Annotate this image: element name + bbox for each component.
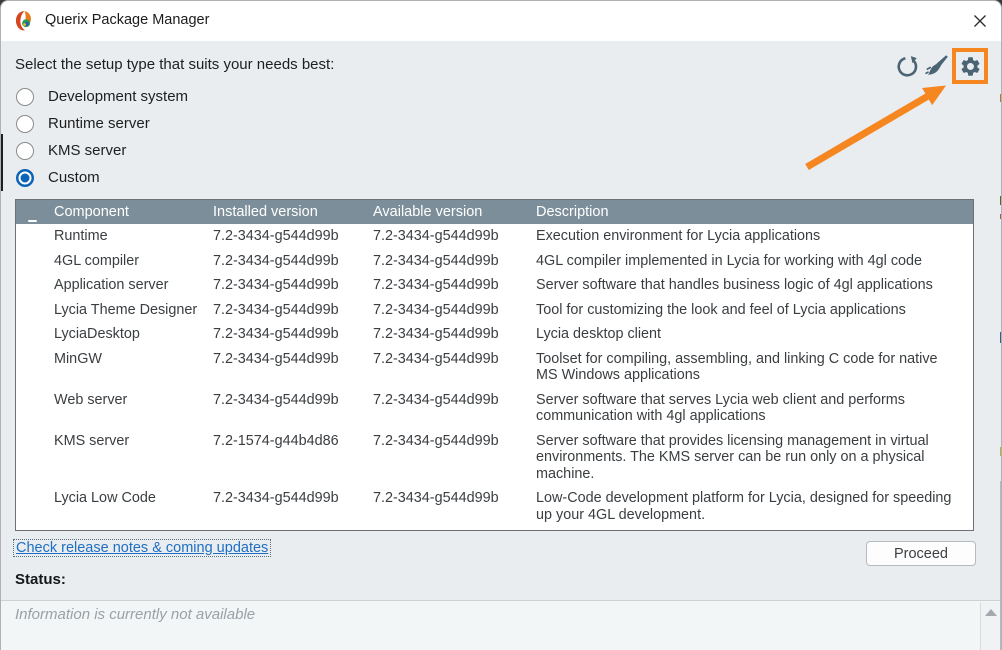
status-label: Status: xyxy=(15,571,66,588)
installed-version: 7.2-3434-g544d99b xyxy=(213,302,373,319)
release-notes-link[interactable]: Check release notes & coming updates xyxy=(13,539,271,557)
close-icon xyxy=(973,14,987,28)
installed-version: 7.2-1574-g44b4d86 xyxy=(213,433,373,450)
installed-version: 7.2-3434-g544d99b xyxy=(213,351,373,368)
component-description: Low-Code development platform for Lycia,… xyxy=(536,490,973,523)
component-description: Tool for customizing the look and feel o… xyxy=(536,302,973,319)
available-version: 7.2-3434-g544d99b xyxy=(373,277,536,294)
settings-button[interactable] xyxy=(957,53,983,79)
annotation-arrow xyxy=(796,73,961,175)
component-name: KMS server xyxy=(54,433,213,450)
installed-version: 7.2-3434-g544d99b xyxy=(213,392,373,409)
available-version: 7.2-3434-g544d99b xyxy=(373,302,536,319)
radio-label: Custom xyxy=(48,169,100,186)
component-description: Lycia desktop client xyxy=(536,326,973,343)
status-scrollbar[interactable] xyxy=(980,602,1000,650)
radio-option-kms-server[interactable]: KMS server xyxy=(16,137,188,164)
proceed-button[interactable]: Proceed xyxy=(866,541,976,566)
available-version: 7.2-3434-g544d99b xyxy=(373,490,536,507)
clean-brush-icon xyxy=(924,54,949,79)
table-row[interactable]: Application server 7.2-3434-g544d99b 7.2… xyxy=(16,273,973,298)
installed-version: 7.2-3434-g544d99b xyxy=(213,277,373,294)
radio-circle[interactable] xyxy=(16,169,34,187)
refresh-button[interactable] xyxy=(894,53,920,79)
clean-button[interactable] xyxy=(923,53,949,79)
header-available: Available version xyxy=(373,204,536,220)
component-name: Lycia Low Code xyxy=(54,490,213,507)
component-name: LyciaDesktop xyxy=(54,326,213,343)
installed-version: 7.2-3434-g544d99b xyxy=(213,490,373,507)
available-version: 7.2-3434-g544d99b xyxy=(373,351,536,368)
component-description: Server software that handles business lo… xyxy=(536,277,973,294)
title-bar: Querix Package Manager xyxy=(1,1,1001,41)
header-installed: Installed version xyxy=(213,204,373,220)
table-header-row: Component Installed version Available ve… xyxy=(16,200,973,224)
available-version: 7.2-3434-g544d99b xyxy=(373,253,536,270)
table-row[interactable]: LyciaDesktop 7.2-3434-g544d99b 7.2-3434-… xyxy=(16,322,973,347)
component-description: Server software that provides licensing … xyxy=(536,433,973,483)
status-message: Information is currently not available xyxy=(15,606,255,623)
close-button[interactable] xyxy=(965,7,995,35)
radio-label: Runtime server xyxy=(48,115,150,132)
refresh-icon xyxy=(896,55,919,78)
radio-label: Development system xyxy=(48,88,188,105)
radio-circle[interactable] xyxy=(16,115,34,133)
component-name: Lycia Theme Designer xyxy=(54,302,213,319)
table-row[interactable]: 4GL compiler 7.2-3434-g544d99b 7.2-3434-… xyxy=(16,249,973,274)
package-manager-window: Querix Package Manager Select the setup … xyxy=(0,0,1002,650)
querix-logo-icon xyxy=(14,10,36,32)
installed-version: 7.2-3434-g544d99b xyxy=(213,253,373,270)
setup-type-label: Select the setup type that suits your ne… xyxy=(15,56,334,73)
component-name: MinGW xyxy=(54,351,213,368)
header-description: Description xyxy=(536,204,973,220)
scroll-up-icon[interactable] xyxy=(985,609,997,616)
window-title: Querix Package Manager xyxy=(45,12,209,28)
settings-gear-icon xyxy=(959,55,982,78)
header-component: Component xyxy=(54,204,213,220)
setup-type-radio-group: Development system Runtime server KMS se… xyxy=(16,83,188,191)
component-name: Web server xyxy=(54,392,213,409)
component-name: Application server xyxy=(54,277,213,294)
component-description: Server software that serves Lycia web cl… xyxy=(536,392,973,425)
available-version: 7.2-3434-g544d99b xyxy=(373,326,536,343)
table-row[interactable]: Web server 7.2-3434-g544d99b 7.2-3434-g5… xyxy=(16,388,973,429)
table-row[interactable]: KMS server 7.2-1574-g44b4d86 7.2-3434-g5… xyxy=(16,429,973,487)
component-description: Execution environment for Lycia applicat… xyxy=(536,228,973,245)
radio-circle[interactable] xyxy=(16,88,34,106)
radio-circle[interactable] xyxy=(16,142,34,160)
component-name: 4GL compiler xyxy=(54,253,213,270)
available-version: 7.2-3434-g544d99b xyxy=(373,433,536,450)
radio-option-custom[interactable]: Custom xyxy=(16,164,188,191)
screen-edge-artifact xyxy=(1,134,3,191)
component-name: Runtime xyxy=(54,228,213,245)
installed-version: 7.2-3434-g544d99b xyxy=(213,326,373,343)
available-version: 7.2-3434-g544d99b xyxy=(373,228,536,245)
status-box: Information is currently not available xyxy=(1,600,1002,650)
table-row[interactable]: MinGW 7.2-3434-g544d99b 7.2-3434-g544d99… xyxy=(16,347,973,388)
radio-label: KMS server xyxy=(48,142,126,159)
component-description: Toolset for compiling, assembling, and l… xyxy=(536,351,973,384)
available-version: 7.2-3434-g544d99b xyxy=(373,392,536,409)
table-row[interactable]: Lycia Theme Designer 7.2-3434-g544d99b 7… xyxy=(16,298,973,323)
table-row[interactable]: Lycia Low Code 7.2-3434-g544d99b 7.2-343… xyxy=(16,486,973,527)
components-table: Component Installed version Available ve… xyxy=(15,199,974,531)
installed-version: 7.2-3434-g544d99b xyxy=(213,228,373,245)
table-body: Runtime 7.2-3434-g544d99b 7.2-3434-g544d… xyxy=(16,224,973,531)
component-description: 4GL compiler implemented in Lycia for wo… xyxy=(536,253,973,270)
table-row[interactable]: Runtime 7.2-3434-g544d99b 7.2-3434-g544d… xyxy=(16,224,973,249)
radio-option-runtime-server[interactable]: Runtime server xyxy=(16,110,188,137)
settings-highlight-box xyxy=(952,48,988,84)
radio-option-development-system[interactable]: Development system xyxy=(16,83,188,110)
